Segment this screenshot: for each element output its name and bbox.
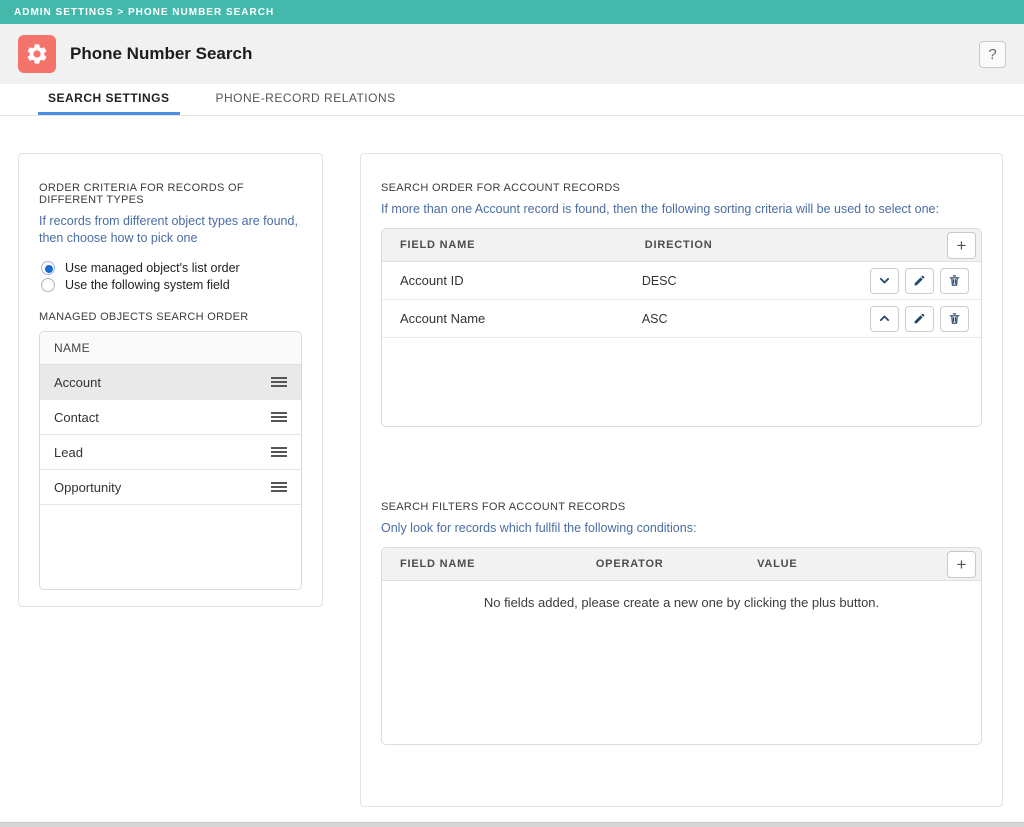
managed-objects-table: NAME Account Contact Lead Opportunity <box>39 331 302 590</box>
column-header-field-name: FIELD NAME <box>400 239 476 251</box>
search-filters-table-header: FIELD NAME OPERATOR VALUE + <box>382 548 981 581</box>
radio-option-label: Use the following system field <box>65 277 230 292</box>
content-area: ORDER CRITERIA FOR RECORDS OF DIFFERENT … <box>0 116 1024 827</box>
managed-object-row-lead[interactable]: Lead <box>40 435 301 470</box>
search-order-table-header: FIELD NAME DIRECTION + <box>382 229 981 262</box>
managed-object-name: Contact <box>54 409 99 425</box>
pencil-icon <box>914 313 925 324</box>
page-title: Phone Number Search <box>70 44 253 63</box>
pencil-icon <box>914 275 925 286</box>
row-actions <box>870 305 969 332</box>
search-order-description: If more than one Account record is found… <box>381 202 939 216</box>
radio-option-label: Use managed object's list order <box>65 260 240 275</box>
window-edge <box>0 822 1024 827</box>
empty-state-message: No fields added, please create a new one… <box>483 595 880 610</box>
drag-handle-icon[interactable] <box>269 373 289 391</box>
order-criteria-title: ORDER CRITERIA FOR RECORDS OF DIFFERENT … <box>39 182 244 206</box>
move-up-button[interactable] <box>870 305 899 332</box>
column-header-direction: DIRECTION <box>644 239 713 251</box>
delete-button[interactable] <box>940 267 969 294</box>
managed-object-name: Account <box>54 374 101 390</box>
search-order-title: SEARCH ORDER FOR ACCOUNT RECORDS <box>381 182 621 194</box>
radio-unselected-icon[interactable] <box>41 277 55 292</box>
trash-icon <box>949 313 960 324</box>
sort-field-name: Account ID <box>400 273 464 288</box>
drag-handle-icon[interactable] <box>269 478 289 496</box>
delete-button[interactable] <box>940 305 969 332</box>
tab-search-settings[interactable]: SEARCH SETTINGS <box>38 84 180 115</box>
search-filters-section: SEARCH FILTERS FOR ACCOUNT RECORDS Only … <box>381 501 982 745</box>
add-filter-button[interactable]: + <box>947 550 976 578</box>
column-header-field-name: FIELD NAME <box>400 558 476 570</box>
chevron-up-icon <box>879 315 890 322</box>
sort-direction: ASC <box>641 311 668 326</box>
radio-option-system-field[interactable]: Use the following system field <box>39 276 302 293</box>
search-order-section: SEARCH ORDER FOR ACCOUNT RECORDS If more… <box>381 182 982 427</box>
tab-phone-record-relations[interactable]: PHONE-RECORD RELATIONS <box>206 84 406 115</box>
managed-objects-title: MANAGED OBJECTS SEARCH ORDER <box>39 311 249 323</box>
drag-handle-icon[interactable] <box>269 408 289 426</box>
drag-handle-icon[interactable] <box>269 443 289 461</box>
managed-object-row-contact[interactable]: Contact <box>40 400 301 435</box>
search-filters-title: SEARCH FILTERS FOR ACCOUNT RECORDS <box>381 501 626 513</box>
order-criteria-panel: ORDER CRITERIA FOR RECORDS OF DIFFERENT … <box>18 153 323 607</box>
radio-selected-icon[interactable] <box>41 260 55 275</box>
managed-object-name: Lead <box>54 444 83 460</box>
order-criteria-radio-group: Use managed object's list order Use the … <box>39 259 302 293</box>
edit-button[interactable] <box>905 267 934 294</box>
search-order-table: FIELD NAME DIRECTION + Account ID DESC A… <box>381 228 982 427</box>
search-filters-table: FIELD NAME OPERATOR VALUE + No fields ad… <box>381 547 982 745</box>
column-header-operator: OPERATOR <box>595 558 664 570</box>
help-button[interactable]: ? <box>979 40 1006 68</box>
search-order-empty-space <box>382 338 981 426</box>
sort-direction: DESC <box>641 273 677 288</box>
managed-object-row-account[interactable]: Account <box>40 365 301 400</box>
order-criteria-description: If records from different object types a… <box>39 214 298 245</box>
sort-row-account-id: Account ID DESC <box>382 262 981 300</box>
trash-icon <box>949 275 960 286</box>
managed-object-row-opportunity[interactable]: Opportunity <box>40 470 301 505</box>
managed-object-name: Opportunity <box>54 479 122 495</box>
breadcrumb: ADMIN SETTINGS > PHONE NUMBER SEARCH <box>0 0 1024 24</box>
sort-row-account-name: Account Name ASC <box>382 300 981 338</box>
page-header: Phone Number Search ? <box>0 24 1024 84</box>
edit-button[interactable] <box>905 305 934 332</box>
sort-field-name: Account Name <box>400 311 486 326</box>
radio-option-managed-list-order[interactable]: Use managed object's list order <box>39 259 302 276</box>
move-down-button[interactable] <box>870 267 899 294</box>
settings-gear-icon <box>18 35 56 73</box>
search-filters-description: Only look for records which fullfil the … <box>381 521 697 535</box>
chevron-down-icon <box>879 277 890 284</box>
add-sort-criterion-button[interactable]: + <box>947 231 976 259</box>
account-records-panel: SEARCH ORDER FOR ACCOUNT RECORDS If more… <box>360 153 1003 807</box>
managed-objects-column-header: NAME <box>40 332 301 365</box>
column-header-value: VALUE <box>757 558 798 570</box>
row-actions <box>870 267 969 294</box>
managed-objects-empty-space <box>40 505 301 589</box>
tab-bar: SEARCH SETTINGS PHONE-RECORD RELATIONS <box>0 84 1024 116</box>
